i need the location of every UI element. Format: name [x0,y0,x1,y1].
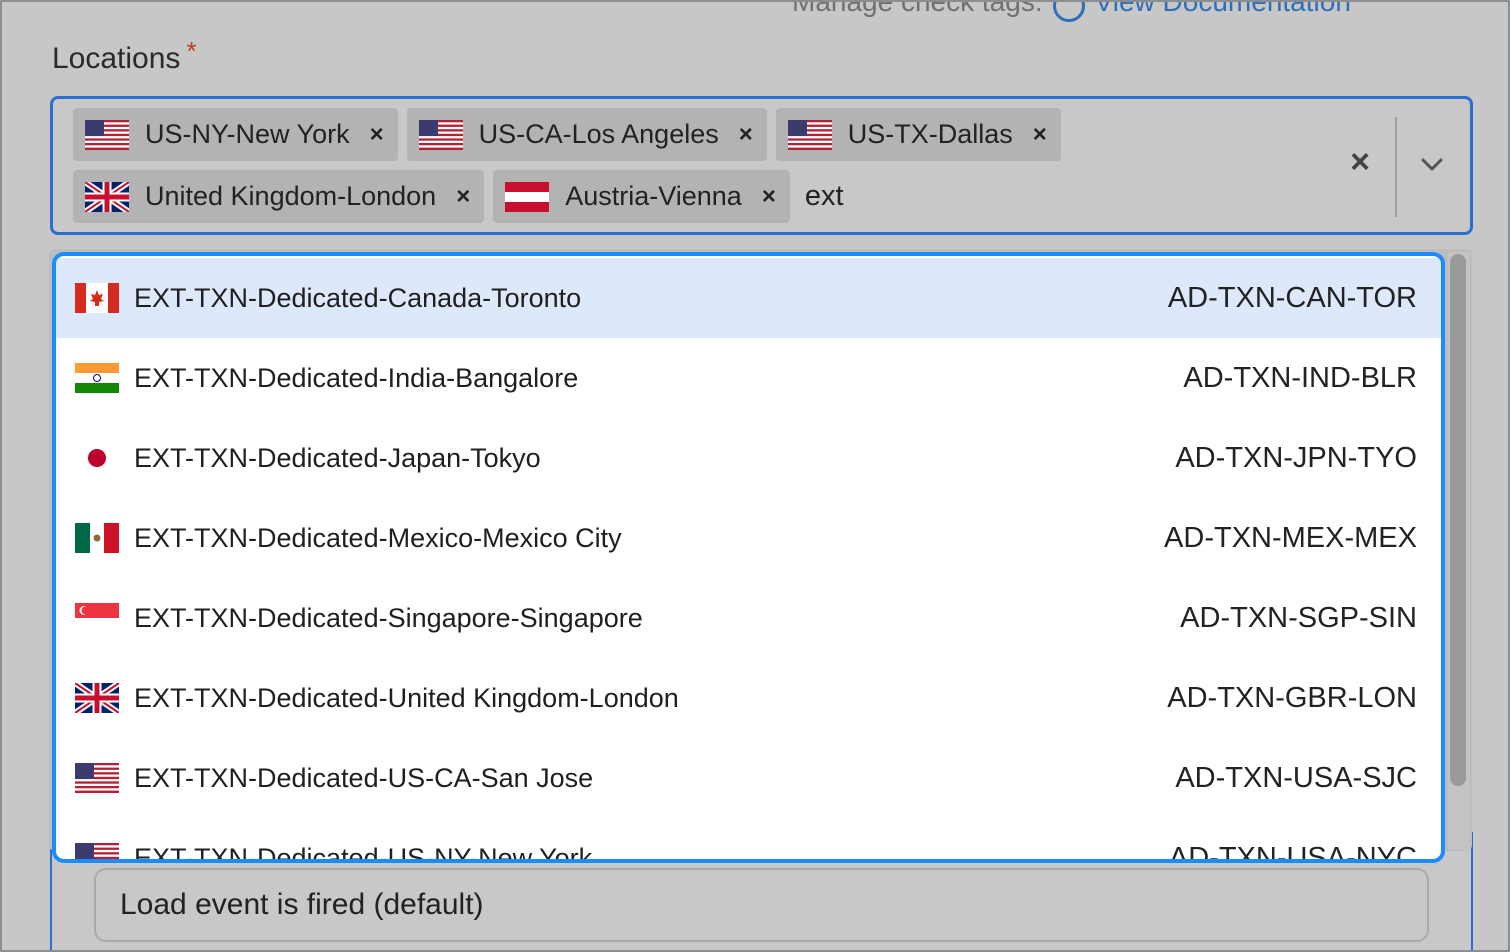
option-us-ny-new-york[interactable]: EXT-TXN-Dedicated-US-NY-New York AD-TXN-… [56,818,1441,863]
option-code: AD-TXN-USA-SJC [1175,761,1417,794]
scrollbar-thumb[interactable] [1450,254,1466,786]
option-label: EXT-TXN-Dedicated-United Kingdom-London [134,682,679,713]
tag-label: US-CA-Los Angeles [478,119,719,149]
option-label: EXT-TXN-Dedicated-Canada-Toronto [134,282,582,313]
option-mexico-mexico-city[interactable]: EXT-TXN-Dedicated-Mexico-Mexico City AD-… [56,498,1441,578]
canada-flag-icon [75,283,119,313]
remove-tag-icon[interactable]: × [1033,121,1047,149]
option-label: EXT-TXN-Dedicated-US-CA-San Jose [134,762,594,793]
locations-label-text: Locations [52,42,181,75]
us-flag-icon [75,843,119,859]
india-flag-icon [75,363,119,393]
required-marker: * [186,36,197,66]
austria-flag-icon [505,181,550,212]
option-india-bangalore[interactable]: EXT-TXN-Dedicated-India-Bangalore AD-TXN… [56,338,1441,418]
singapore-flag-icon [75,603,119,633]
option-code: AD-TXN-SGP-SIN [1180,601,1417,634]
info-icon[interactable] [1052,2,1085,22]
option-united-kingdom-london[interactable]: EXT-TXN-Dedicated-United Kingdom-London … [56,658,1441,738]
tag-us-ny-new-york: US-NY-New York × [73,108,398,161]
locations-multiselect[interactable]: US-NY-New York × US-CA-Los Angeles × US-… [50,96,1473,235]
option-code: AD-TXN-USA-NYC [1168,841,1417,863]
option-us-ca-san-jose[interactable]: EXT-TXN-Dedicated-US-CA-San Jose AD-TXN-… [56,738,1441,818]
option-label: EXT-TXN-Dedicated-Singapore-Singapore [134,602,643,633]
tag-us-ca-los-angeles: US-CA-Los Angeles × [406,108,767,161]
uk-flag-icon [85,181,129,212]
clear-all-icon[interactable]: × [1345,143,1375,182]
option-japan-tokyo[interactable]: EXT-TXN-Dedicated-Japan-Tokyo AD-TXN-JPN… [56,418,1441,498]
remove-tag-icon[interactable]: × [456,183,470,211]
tag-austria-vienna: Austria-Vienna × [493,170,790,223]
option-code: AD-TXN-CAN-TOR [1167,281,1417,314]
option-code: AD-TXN-JPN-TYO [1175,441,1417,474]
view-documentation-link[interactable]: View Documentation [1095,2,1351,18]
option-label: EXT-TXN-Dedicated-US-NY-New York [134,842,593,863]
tag-label: United Kingdom-London [145,181,437,211]
uk-flag-icon [75,683,119,713]
locations-label: Locations * [52,36,197,76]
modal-frame: Manage check tags: View Documentation Lo… [0,0,1510,952]
us-flag-icon [85,119,129,150]
remove-tag-icon[interactable]: × [370,121,384,149]
tag-label: US-TX-Dallas [847,119,1013,149]
chevron-down-icon[interactable] [1421,153,1443,175]
us-flag-icon [787,119,832,150]
option-code: AD-TXN-GBR-LON [1167,681,1417,714]
tag-united-kingdom-london: United Kingdom-London × [73,170,485,223]
help-text: Manage check tags: [792,0,1043,17]
tag-row-2: United Kingdom-London × Austria-Vienna ×… [73,170,1333,223]
mexico-flag-icon [75,523,119,553]
option-code: AD-TXN-MEX-MEX [1164,521,1417,554]
search-input[interactable]: ext [805,180,844,213]
selected-tags: US-NY-New York × US-CA-Los Angeles × US-… [73,108,1333,232]
load-event-select[interactable]: Load event is fired (default) [94,868,1429,942]
option-label: EXT-TXN-Dedicated-Japan-Tokyo [134,442,541,473]
tag-label: Austria-Vienna [565,181,742,211]
tag-us-tx-dallas: US-TX-Dallas × [775,108,1061,161]
indicator-separator [1395,117,1397,217]
us-flag-icon [418,119,463,150]
check-tags-help: Manage check tags: View Documentation [792,0,1351,22]
options-menu: EXT-TXN-Dedicated-Canada-Toronto AD-TXN-… [52,252,1445,863]
us-flag-icon [75,763,119,793]
tag-label: US-NY-New York [145,119,350,149]
option-code: AD-TXN-IND-BLR [1183,361,1417,394]
remove-tag-icon[interactable]: × [762,183,776,211]
tag-row-1: US-NY-New York × US-CA-Los Angeles × US-… [73,108,1333,161]
option-canada-toronto[interactable]: EXT-TXN-Dedicated-Canada-Toronto AD-TXN-… [56,258,1441,338]
japan-flag-icon [75,443,119,473]
option-label: EXT-TXN-Dedicated-Mexico-Mexico City [134,522,622,553]
remove-tag-icon[interactable]: × [739,121,753,149]
option-label: EXT-TXN-Dedicated-India-Bangalore [134,362,579,393]
option-singapore-singapore[interactable]: EXT-TXN-Dedicated-Singapore-Singapore AD… [56,578,1441,658]
load-event-value: Load event is fired (default) [120,888,484,921]
